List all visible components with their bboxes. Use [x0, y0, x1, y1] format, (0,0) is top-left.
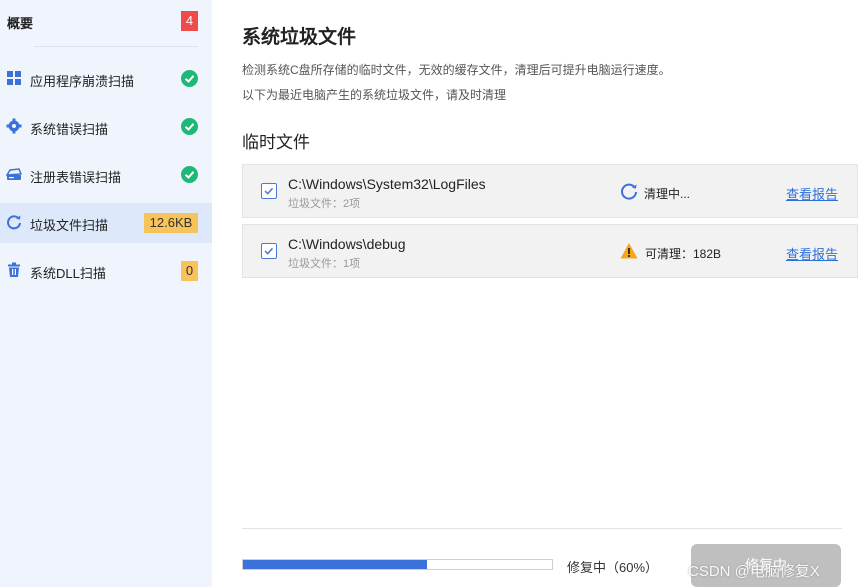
sidebar-item-label: 系统错误扫描: [30, 122, 109, 137]
check-circle-icon: [181, 166, 198, 183]
spinner-icon: [621, 183, 637, 200]
progress-text: 修复中（60%）: [567, 560, 659, 575]
page-description: 检测系统C盘所存储的临时文件，无效的缓存文件，清理后可提升电脑运行速度。: [242, 63, 671, 77]
dll-count-badge: 0: [181, 261, 198, 281]
sidebar-item-app-crash-scan[interactable]: 应用程序崩溃扫描: [0, 59, 212, 99]
progress-fill: [243, 560, 427, 569]
app-window: 概要 4 应用程序崩溃扫描 系统错误扫描 注册表错误扫描 垃圾文件扫描 12.6…: [0, 0, 864, 587]
sidebar-item-label: 系统DLL扫描: [30, 266, 106, 281]
file-path: C:\Windows\System32\LogFiles: [288, 176, 486, 192]
list-item: C:\Windows\debug 垃圾文件：1项 可清理：182B 查看报告: [242, 224, 858, 278]
refresh-icon: [7, 215, 21, 230]
view-report-link[interactable]: 查看报告: [786, 184, 838, 203]
page-title: 系统垃圾文件: [242, 27, 357, 48]
sidebar-item-system-error-scan[interactable]: 系统错误扫描: [0, 107, 212, 147]
list-item: C:\Windows\System32\LogFiles 垃圾文件：2项 清理中…: [242, 164, 858, 218]
drive-icon: [6, 168, 22, 180]
sidebar-item-label: 应用程序崩溃扫描: [30, 74, 135, 89]
clean-status: 清理中...: [644, 187, 691, 201]
junk-count: 垃圾文件：2项: [288, 198, 361, 210]
sidebar-item-dll-scan[interactable]: 系统DLL扫描 0: [0, 251, 212, 291]
sidebar: 概要 4 应用程序崩溃扫描 系统错误扫描 注册表错误扫描 垃圾文件扫描 12.6…: [0, 0, 212, 587]
clean-status: 可清理：182B: [645, 247, 722, 261]
overview-badge: 4: [181, 11, 198, 31]
check-circle-icon: [181, 70, 198, 87]
watermark: CSDN @电脑修复X: [688, 563, 820, 580]
junk-size-badge: 12.6KB: [144, 213, 198, 233]
footer-divider: [242, 528, 842, 529]
file-path: C:\Windows\debug: [288, 236, 406, 252]
checkbox[interactable]: [261, 183, 277, 199]
check-circle-icon: [181, 118, 198, 135]
view-report-link[interactable]: 查看报告: [786, 244, 838, 263]
progress-bar: [242, 559, 553, 570]
sidebar-overview[interactable]: 概要 4: [0, 0, 212, 46]
sidebar-item-label: 垃圾文件扫描: [30, 218, 109, 233]
section-title: 临时文件: [242, 133, 310, 152]
sidebar-item-registry-error-scan[interactable]: 注册表错误扫描: [0, 155, 212, 195]
checkbox[interactable]: [261, 243, 277, 259]
sidebar-item-label: 注册表错误扫描: [30, 170, 122, 185]
overview-title: 概要: [7, 16, 34, 31]
sidebar-item-junk-file-scan[interactable]: 垃圾文件扫描 12.6KB: [0, 203, 212, 243]
trash-icon: [8, 262, 20, 277]
gear-icon: [6, 118, 22, 134]
junk-count: 垃圾文件：1项: [288, 258, 361, 270]
grid-icon: [7, 71, 21, 85]
warning-icon: [620, 243, 638, 259]
page-description-secondary: 以下为最近电脑产生的系统垃圾文件，请及时清理: [242, 88, 507, 102]
sidebar-divider: [34, 46, 198, 47]
